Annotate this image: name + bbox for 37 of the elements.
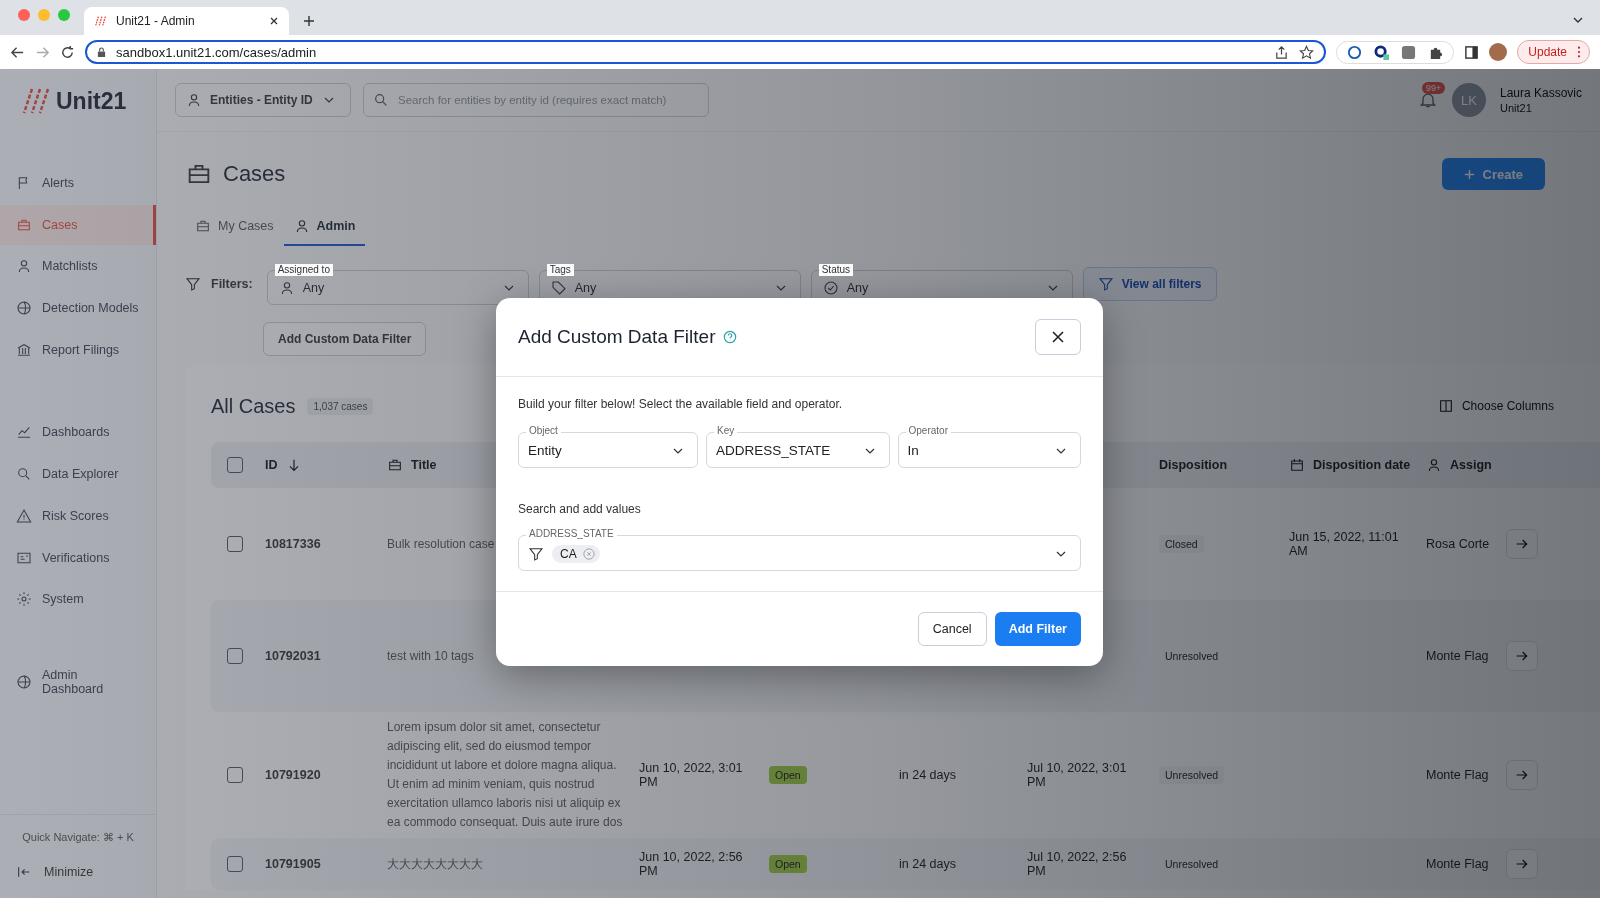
card-title: All Cases [211, 394, 296, 418]
user-name: Laura Kassovic [1499, 86, 1582, 100]
case-id: 10791920 [265, 768, 321, 782]
case-title: Bulk resolution case [387, 535, 495, 553]
assignee-name: Monte Flag [1426, 857, 1489, 871]
created-date: Jun 10, 2022, 3:01 PM [639, 761, 744, 789]
value-chip: CA [552, 544, 600, 563]
notification-badge: 99+ [1421, 82, 1446, 94]
disposition-badge: Closed [1159, 535, 1204, 553]
case-count: 1,037 cases [307, 397, 374, 415]
assignee-name: Monte Flag [1426, 649, 1489, 663]
due-date: in 24 days [899, 768, 956, 782]
case-title: 大大大大大大大大 [387, 855, 483, 873]
assignee-name: Rosa Corte [1426, 537, 1490, 551]
case-id: 10817336 [265, 537, 321, 551]
case-id: 10791905 [265, 857, 321, 871]
due-date: in 24 days [899, 857, 956, 871]
page-title: Cases [223, 161, 286, 187]
created-date: Jun 10, 2022, 2:56 PM [639, 850, 744, 878]
disposition-date: Jun 15, 2022, 11:01 AM [1289, 530, 1400, 558]
shortcut-hint: Quick Navigate: ⌘ + K [21, 830, 135, 845]
date-cell-text: Jul 10, 2022, 3:01 PM [1027, 761, 1128, 789]
date-cell-text: Jul 10, 2022, 2:56 PM [1027, 850, 1128, 878]
modal-instructions: Build your filter below! Select the available field and operator. [518, 397, 844, 411]
user-org: Unit21 [1499, 102, 1533, 114]
disposition-badge: Unresolved [1159, 766, 1225, 784]
status-badge: Open [769, 855, 807, 873]
assignee-name: Monte Flag [1426, 768, 1489, 782]
logo-text: Unit21 [56, 87, 127, 115]
url-text: sandbox1.unit21.com/cases/admin [116, 44, 318, 60]
case-title: Lorem ipsum dolor sit amet, consectetur adipiscing elit, sed do eiusmod tempor incididunt ut labore et dolore magna aliqua. Ut enim ad minim veniam, quis nostrud exercitation ullamco laboris nisi ut aliquip ex ea commodo consequat. Duis aute irure dos [387, 719, 624, 831]
filters-label: Filters: [211, 277, 253, 291]
section-label: Search and add values [518, 502, 642, 516]
case-title: test with 10 tags [387, 647, 474, 665]
modal-title: Add Custom Data Filter [518, 326, 716, 348]
case-id: 10792031 [265, 649, 321, 663]
status-badge: Open [769, 766, 807, 784]
